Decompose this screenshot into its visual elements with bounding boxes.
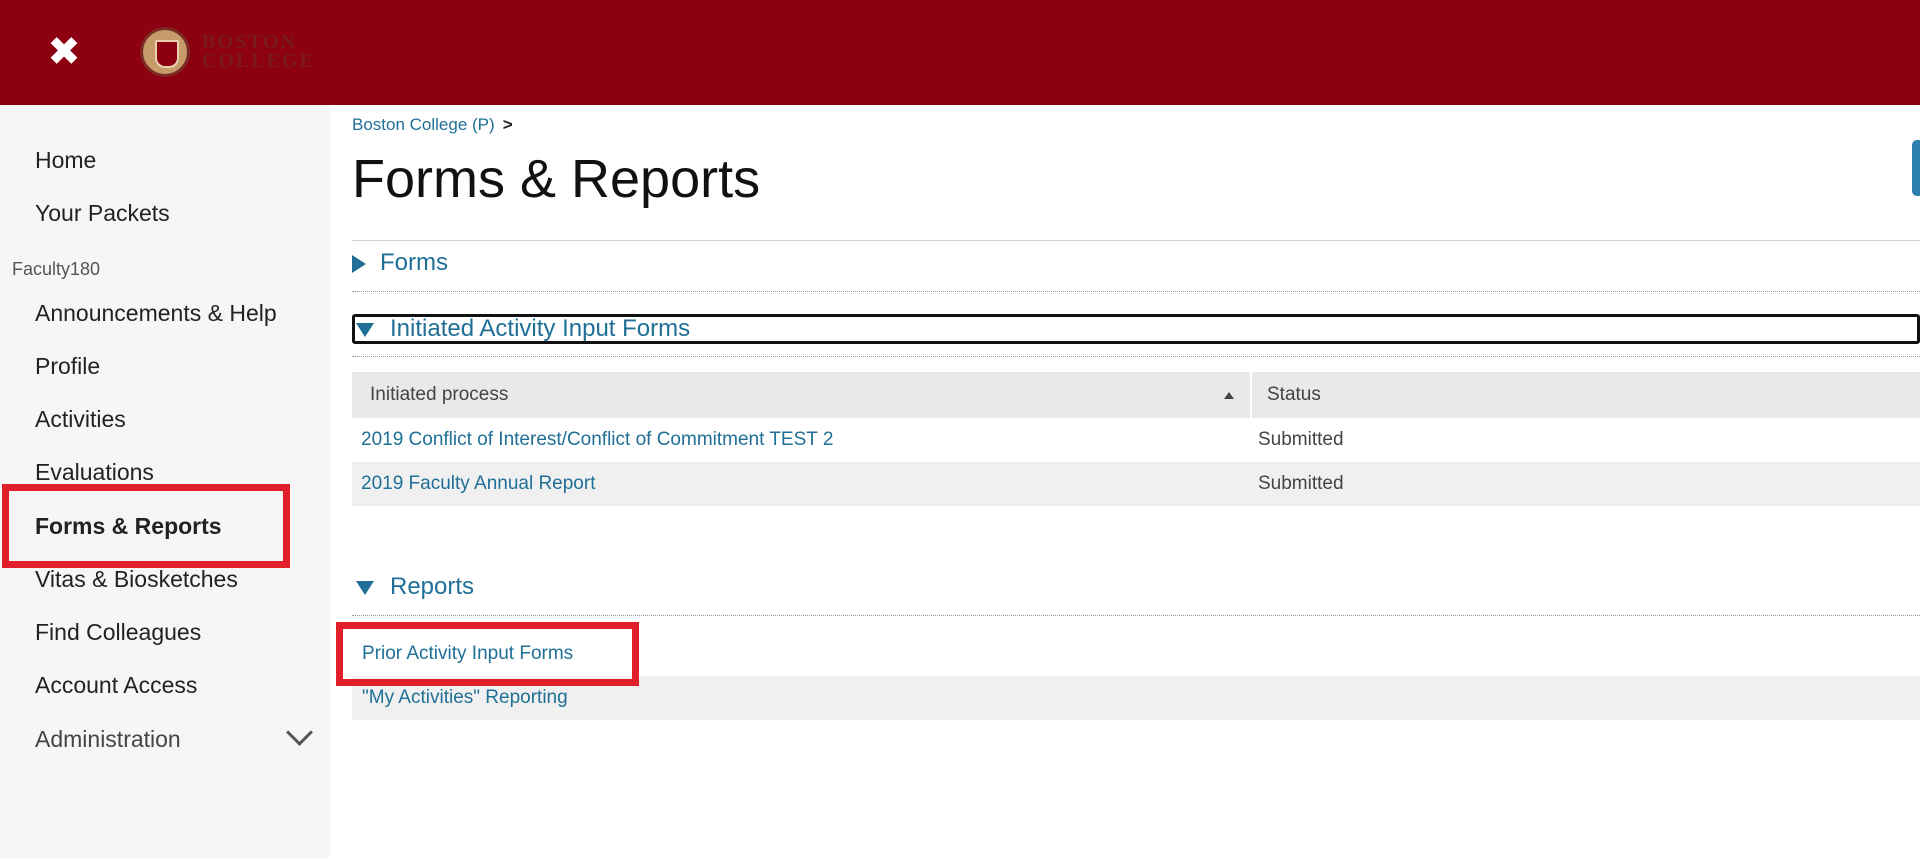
boston-college-logo[interactable]: BOSTON COLLEGE [140, 26, 315, 78]
breadcrumb: Boston College (P) > [352, 115, 513, 135]
column-header-initiated-process[interactable]: Initiated process [370, 372, 508, 418]
sidebar-item-your-packets[interactable]: Your Packets [35, 200, 170, 227]
caret-down-icon [356, 580, 374, 595]
table-cell-status: Submitted [1258, 429, 1344, 450]
breadcrumb-separator: > [502, 115, 513, 134]
breadcrumb-item[interactable]: Boston College (P) [352, 115, 495, 134]
column-divider [1250, 372, 1252, 418]
sidebar-item-administration[interactable]: Administration [35, 726, 181, 753]
section-reports-label: Reports [390, 573, 475, 600]
logo-text-line2: COLLEGE [202, 50, 315, 72]
table-row: 2019 Faculty Annual Report Submitted [352, 462, 1920, 506]
page-title: Forms & Reports [352, 149, 761, 209]
college-seal-icon [140, 27, 190, 77]
sidebar-item-account-access[interactable]: Account Access [35, 672, 197, 699]
sidebar-item-activities[interactable]: Activities [35, 406, 126, 433]
section-initiated-toggle[interactable]: Initiated Activity Input Forms [356, 315, 690, 343]
top-bar: ✖ BOSTON COLLEGE [0, 0, 1920, 105]
section-forms-label: Forms [380, 249, 448, 276]
divider [352, 291, 1920, 292]
table-cell-status: Submitted [1258, 473, 1344, 494]
sidebar: Home Your Packets Faculty180 Announcemen… [0, 105, 330, 858]
divider [352, 240, 1920, 241]
table-row: 2019 Conflict of Interest/Conflict of Co… [352, 418, 1920, 462]
section-initiated-label: Initiated Activity Input Forms [390, 315, 691, 342]
header-action-button[interactable] [1912, 140, 1920, 196]
sidebar-item-profile[interactable]: Profile [35, 353, 100, 380]
table-header-row: Initiated process Status [352, 372, 1920, 418]
table-cell-process-link[interactable]: 2019 Faculty Annual Report [361, 462, 596, 506]
table-cell-process-link[interactable]: 2019 Conflict of Interest/Conflict of Co… [361, 418, 833, 462]
section-reports-toggle[interactable]: Reports [356, 573, 474, 601]
sidebar-item-evaluations[interactable]: Evaluations [35, 459, 154, 486]
sidebar-item-announcements[interactable]: Announcements & Help [35, 300, 277, 327]
logo-text: BOSTON COLLEGE [202, 32, 315, 72]
sidebar-item-vitas[interactable]: Vitas & Biosketches [35, 566, 238, 593]
sidebar-item-find-colleagues[interactable]: Find Colleagues [35, 619, 201, 646]
caret-down-icon [356, 322, 374, 337]
chevron-down-icon[interactable] [286, 719, 313, 746]
highlight-box-prior-activity [336, 622, 639, 686]
column-header-status[interactable]: Status [1267, 372, 1321, 418]
divider [352, 356, 1920, 357]
caret-right-icon [352, 254, 366, 273]
divider [352, 615, 1920, 616]
sort-ascending-icon[interactable] [1224, 392, 1234, 399]
highlight-box-forms-reports [2, 484, 290, 568]
close-icon[interactable]: ✖ [44, 32, 84, 72]
sidebar-section-faculty180: Faculty180 [12, 259, 101, 279]
section-forms-toggle[interactable]: Forms [352, 249, 448, 277]
sidebar-item-home[interactable]: Home [35, 147, 96, 174]
